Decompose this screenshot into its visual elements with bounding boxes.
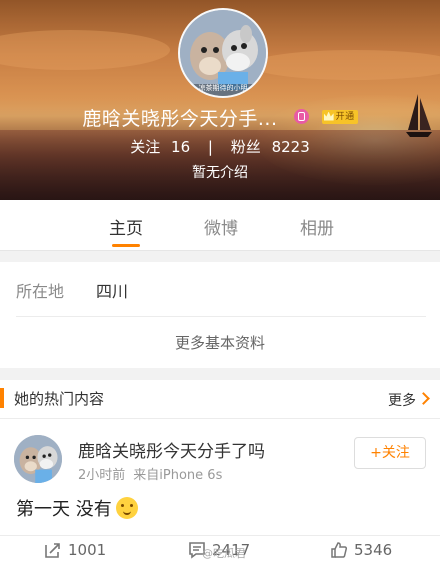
post-time: 2小时前: [78, 468, 126, 483]
thumbs-up-icon: [331, 541, 348, 558]
member-badge[interactable]: 开通: [321, 109, 358, 124]
member-badge-label: 开通: [335, 111, 355, 122]
profile-avatar[interactable]: 凉茶期待的小明: [178, 8, 268, 98]
post-card[interactable]: 鹿晗关晓彤今天分手了吗 2小时前 来自iPhone 6s +关注 第一天 没有 1…: [0, 419, 440, 569]
tab-home[interactable]: 主页: [96, 214, 156, 239]
basic-info-card: 所在地 四川 更多基本资料: [0, 262, 440, 368]
tab-album[interactable]: 相册: [287, 214, 347, 239]
hot-content-title: 她的热门内容: [14, 390, 105, 408]
profile-tabs: 主页 微博 相册: [0, 200, 440, 251]
profile-stats: 关注 16 | 粉丝 8223: [0, 136, 440, 157]
location-value: 四川: [96, 282, 129, 301]
profile-header: 凉茶期待的小明 鹿晗关晓彤今天分手... 开通 关注 16 | 粉丝 8223 …: [0, 0, 440, 200]
profile-name[interactable]: 鹿晗关晓彤今天分手...: [82, 104, 277, 131]
chevron-right-icon[interactable]: [417, 392, 430, 405]
stats-separator: |: [207, 138, 213, 156]
post-source: 来自iPhone 6s: [133, 468, 223, 483]
post-text: 第一天 没有: [16, 495, 138, 521]
active-tab-indicator: [112, 244, 140, 247]
like-button[interactable]: 5346: [330, 541, 392, 560]
following-label[interactable]: 关注: [130, 138, 160, 156]
repost-button[interactable]: 1001: [44, 541, 106, 560]
avatar-caption: 凉茶期待的小明: [198, 84, 248, 92]
like-count: 5346: [354, 541, 393, 559]
info-divider: [16, 316, 426, 317]
post-text-content: 第一天 没有: [16, 499, 112, 520]
post-author-name[interactable]: 鹿晗关晓彤今天分手了吗: [78, 437, 265, 462]
profile-name-row: 鹿晗关晓彤今天分手... 开通: [0, 104, 440, 131]
crown-icon: [323, 111, 334, 121]
more-info-link[interactable]: 更多基本资料: [0, 332, 440, 353]
post-meta: 2小时前 来自iPhone 6s: [78, 464, 222, 483]
tab-weibo[interactable]: 微博: [191, 214, 251, 239]
hot-more-link[interactable]: 更多: [388, 390, 416, 410]
repost-icon: [45, 542, 60, 558]
followers-label[interactable]: 粉丝: [231, 138, 261, 156]
upside-down-smile-icon: [115, 497, 138, 519]
followers-count[interactable]: 8223: [272, 138, 310, 156]
follow-button[interactable]: +关注: [354, 437, 426, 469]
profile-intro: 暂无介绍: [192, 165, 248, 181]
post-divider: [0, 535, 440, 536]
post-avatar[interactable]: [14, 435, 62, 483]
section-accent-bar: [0, 388, 4, 408]
repost-count: 1001: [68, 541, 107, 559]
hot-content-header: 她的热门内容 更多: [0, 380, 440, 419]
location-label: 所在地: [16, 282, 65, 301]
following-count[interactable]: 16: [171, 138, 190, 156]
watermark: @吃瓜君: [202, 547, 246, 560]
verified-badge-icon[interactable]: [294, 109, 310, 124]
